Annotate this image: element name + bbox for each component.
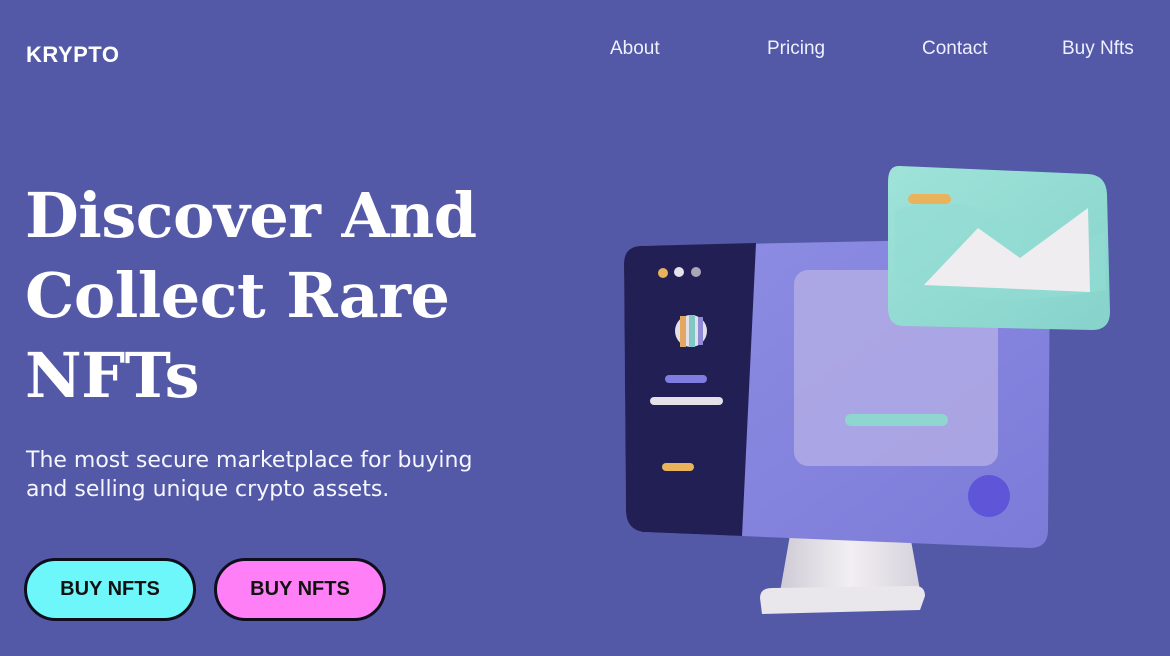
- hero-title-line: Collect Rare: [25, 259, 450, 332]
- hero-subtitle-line: The most secure marketplace for buying: [26, 448, 473, 473]
- nav-link-contact[interactable]: Contact: [922, 38, 987, 60]
- hero-subtitle: The most secure marketplace for buying a…: [26, 446, 546, 504]
- buy-nfts-button-primary[interactable]: BUY NFTS: [24, 558, 196, 621]
- hero-title-line: NFTs: [25, 339, 200, 412]
- buy-nfts-button-secondary[interactable]: BUY NFTS: [214, 558, 386, 621]
- computer-monitor-illustration: [600, 150, 1130, 635]
- nav-link-pricing[interactable]: Pricing: [767, 38, 825, 60]
- computer-monitor-icon: [624, 165, 1110, 614]
- brand-logo[interactable]: KRYPTO: [26, 42, 119, 68]
- nav-link-about[interactable]: About: [610, 38, 660, 60]
- nav-link-buy-nfts[interactable]: Buy Nfts: [1062, 38, 1134, 60]
- hero-title-line: Discover And: [25, 179, 477, 252]
- hero-title: Discover And Collect Rare NFTs: [25, 176, 545, 416]
- hero-subtitle-line: and selling unique crypto assets.: [26, 477, 390, 502]
